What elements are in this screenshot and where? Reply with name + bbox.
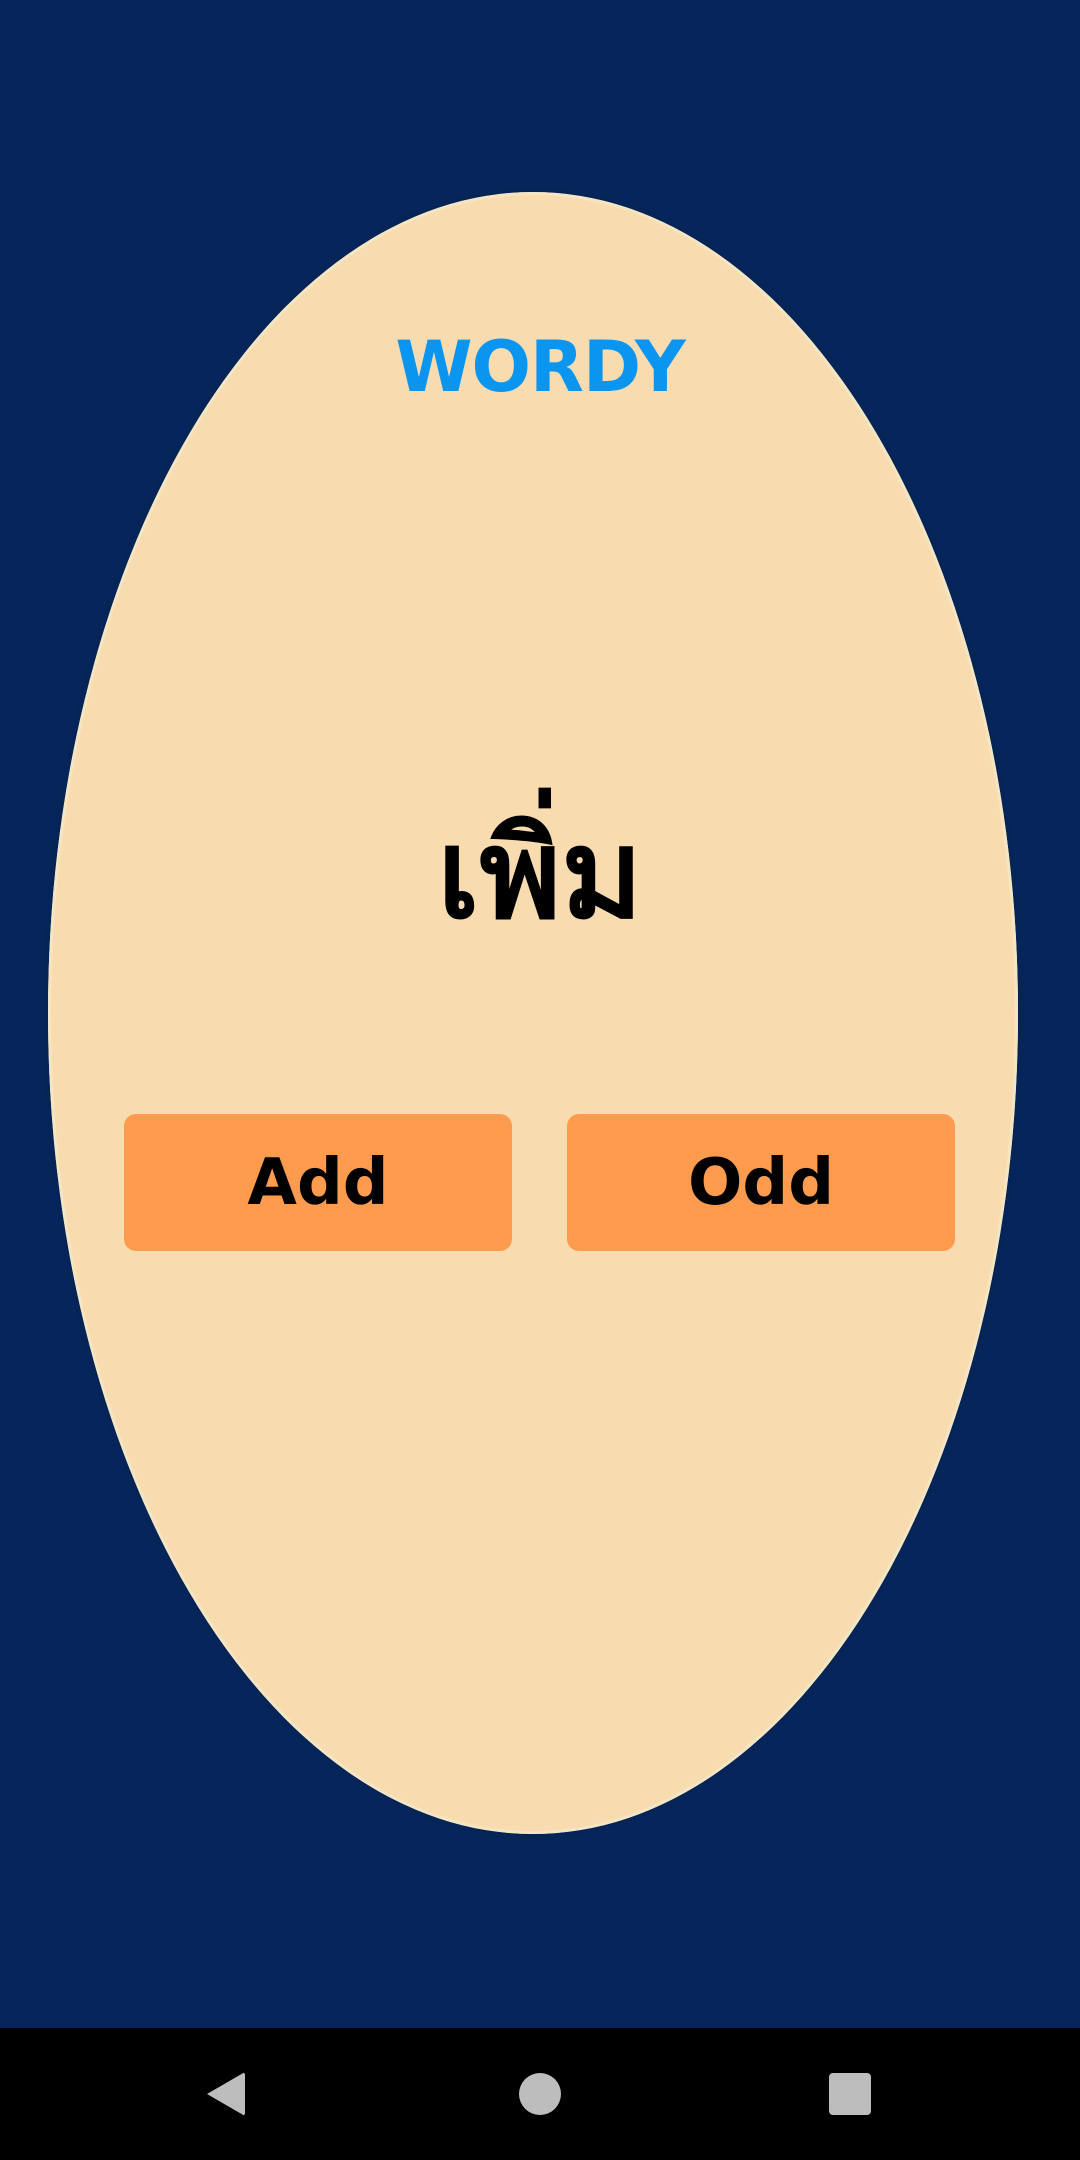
screen: WORDY เพิ่ม Add Odd xyxy=(0,0,1080,2160)
choice-add-button[interactable]: Add xyxy=(124,1114,512,1251)
back-icon xyxy=(207,2072,245,2116)
nav-back-button[interactable] xyxy=(146,2028,306,2160)
question-word: เพิ่ม xyxy=(437,803,643,947)
home-icon xyxy=(519,2073,561,2115)
choice-odd-button[interactable]: Odd xyxy=(567,1114,955,1251)
system-nav-bar xyxy=(0,2028,1080,2160)
nav-recents-button[interactable] xyxy=(770,2028,930,2160)
recents-icon xyxy=(829,2073,871,2115)
word-card xyxy=(48,192,1018,1834)
nav-home-button[interactable] xyxy=(460,2028,620,2160)
app-title: WORDY xyxy=(395,326,685,408)
app-area: WORDY เพิ่ม Add Odd xyxy=(0,0,1080,2028)
